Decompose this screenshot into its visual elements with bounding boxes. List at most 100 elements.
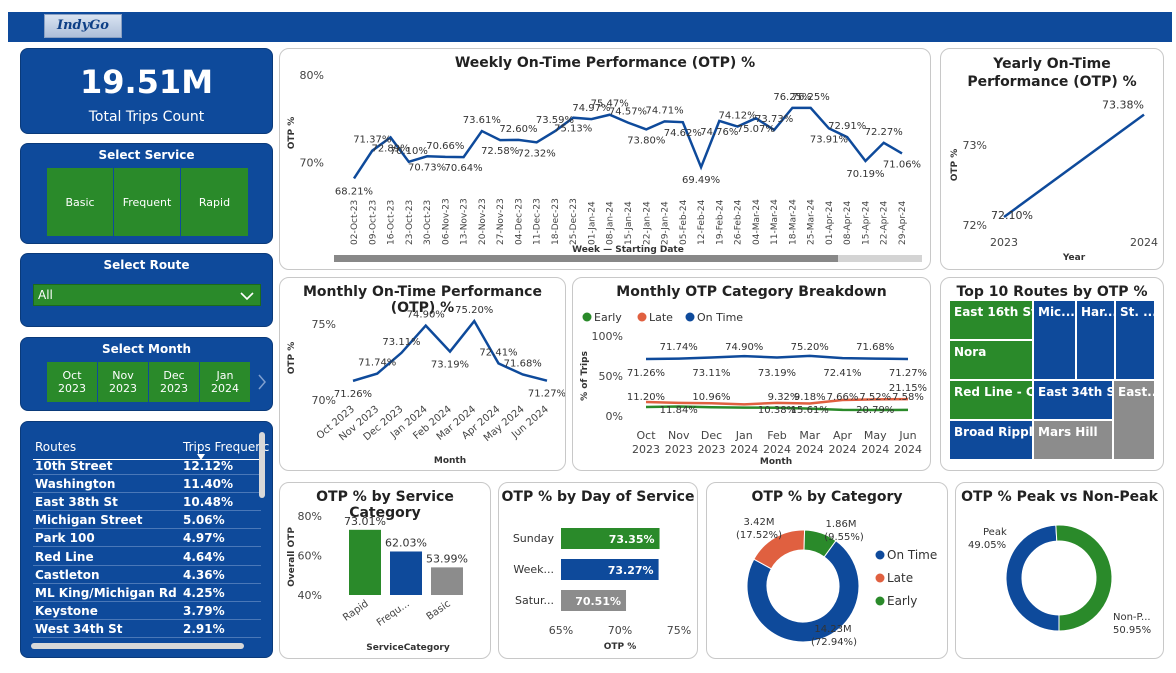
service-frequent-button[interactable]: Frequent xyxy=(114,168,181,236)
service-rapid-button[interactable]: Rapid xyxy=(181,168,248,236)
category-data-label: 1.86M xyxy=(826,519,857,530)
route-trip-share: 2.91% xyxy=(183,621,225,636)
weekly-scroll-thumb[interactable] xyxy=(334,255,838,262)
treemap-tile[interactable]: Har... xyxy=(1076,300,1115,380)
monthly-otp-card: Monthly On-Time Performance (OTP) % 75% 7… xyxy=(279,277,566,471)
day-x-tick: 75% xyxy=(667,624,691,637)
weekly-data-label: 70.73% xyxy=(408,162,446,173)
weekly-x-tick: 02-Oct-23 xyxy=(350,200,360,245)
indygo-logo: IndyGo xyxy=(44,14,122,38)
treemap-tile[interactable]: East 16th St xyxy=(949,300,1033,340)
chevron-right-icon[interactable] xyxy=(257,374,267,390)
table-row[interactable]: Washington 11.40% xyxy=(33,475,261,494)
peak-slice xyxy=(1055,524,1113,632)
yearly-otp-chart: 73% 72% OTP % 72.10% 73.38% 2023 2024 Year xyxy=(950,99,1158,263)
treemap-tile[interactable]: Mars Hill xyxy=(1033,420,1113,460)
weekly-x-tick: 13-Nov-23 xyxy=(460,198,470,245)
weekly-x-tick: 29-Jan-24 xyxy=(661,201,671,245)
day-y-tick: Week... xyxy=(513,563,554,576)
month-label: Oct xyxy=(62,369,82,382)
table-row[interactable]: East 38th St 10.48% xyxy=(33,493,261,512)
weekly-x-tick: 29-Apr-24 xyxy=(898,201,908,245)
service-y-tick: 80% xyxy=(298,510,322,523)
treemap-tile[interactable]: Mic... xyxy=(1033,300,1076,380)
treemap-tile[interactable]: St. ... xyxy=(1115,300,1155,380)
route-name: Park 100 xyxy=(35,531,95,546)
weekly-data-label: 74.62% xyxy=(664,128,702,139)
treemap-tile[interactable]: Nora xyxy=(949,340,1033,380)
treemap-tile[interactable]: Broad Ripple xyxy=(949,420,1033,460)
table-row[interactable]: Keystone 3.79% xyxy=(33,602,261,620)
weekly-x-tick: 18-Mar-24 xyxy=(788,199,798,245)
service-y-tick: 60% xyxy=(298,550,322,563)
day-otp-chart: Sunday 73.35% Week... 73.27% Satur... 70.51% 6… xyxy=(513,528,691,652)
treemap-tile[interactable]: Red Line - C... xyxy=(949,380,1033,420)
day-data-label: 73.27% xyxy=(608,564,654,577)
breakdown-x-tick: May xyxy=(864,429,887,442)
peak-data-label: 50.95% xyxy=(1113,625,1151,636)
monthly-y-label: OTP % xyxy=(287,342,297,375)
monthly-data-label: 75.20% xyxy=(455,305,493,316)
weekly-x-tick: 05-Feb-24 xyxy=(679,199,689,245)
breakdown-y-label: % of Trips xyxy=(580,351,590,401)
weekly-data-label: 74.57% xyxy=(609,107,647,118)
breakdown-series-line xyxy=(645,354,909,361)
breakdown-data-label: 71.27% xyxy=(889,368,927,379)
month-button-3[interactable]: Jan 2024 xyxy=(200,362,251,402)
table-row[interactable]: Michigan Street 5.06% xyxy=(33,511,261,530)
breakdown-data-label: 72.41% xyxy=(823,368,861,379)
service-bar xyxy=(431,567,463,595)
table-row[interactable]: ML King/Michigan Rd 4.25% xyxy=(33,584,261,602)
table-row[interactable]: West 34th St 2.91% xyxy=(33,620,261,638)
route-trip-share: 3.79% xyxy=(183,603,225,618)
weekly-x-tick: 22-Jan-24 xyxy=(642,201,652,245)
legend-label: Late xyxy=(887,571,913,585)
weekly-x-tick: 11-Mar-24 xyxy=(770,199,780,245)
month-year: 2024 xyxy=(211,382,239,395)
chevron-down-icon xyxy=(240,292,254,301)
month-button-1[interactable]: Nov 2023 xyxy=(98,362,149,402)
breakdown-x-tick: Nov xyxy=(668,429,690,442)
yearly-series-line xyxy=(1003,113,1145,219)
legend-marker xyxy=(875,573,885,583)
breakdown-data-label: 11.84% xyxy=(660,405,698,416)
route-name: East 38th St xyxy=(35,495,118,510)
table-row[interactable]: Castleton 4.36% xyxy=(33,566,261,584)
breakdown-x-tick: Oct xyxy=(636,429,656,442)
peak-otp-card: OTP % Peak vs Non-Peak Peak 49.05% Non-P..… xyxy=(955,482,1164,659)
treemap-tile[interactable]: East 34th St xyxy=(1033,380,1113,420)
monthly-data-label: 72.41% xyxy=(479,347,517,358)
trips-column-header[interactable]: Trips Frequenc xyxy=(183,440,269,454)
weekly-x-tick: 01-Apr-24 xyxy=(825,201,835,245)
route-name: Red Line xyxy=(35,549,94,564)
table-row[interactable]: Park 100 4.97% xyxy=(33,529,261,548)
month-button-2[interactable]: Dec 2023 xyxy=(149,362,200,402)
month-button-0[interactable]: Oct 2023 xyxy=(47,362,98,402)
route-slicer: Select Route All xyxy=(20,253,273,327)
routes-column-header[interactable]: Routes xyxy=(35,440,76,454)
breakdown-data-label: 74.90% xyxy=(725,342,763,353)
kpi-card: 19.51M Total Trips Count xyxy=(20,48,273,134)
weekly-data-label: 69.49% xyxy=(682,175,720,186)
table-hscrollbar[interactable] xyxy=(31,643,244,649)
route-trip-share: 4.25% xyxy=(183,585,225,600)
yearly-x-tick: 2024 xyxy=(1130,236,1158,249)
legend-label: Early xyxy=(887,594,917,608)
breakdown-x-tick: 2024 xyxy=(894,443,922,456)
breakdown-data-label: 75.20% xyxy=(791,342,829,353)
route-dropdown[interactable]: All xyxy=(33,284,261,306)
table-scrollbar[interactable] xyxy=(259,432,265,498)
monthly-data-label: 71.27% xyxy=(528,389,565,400)
table-row[interactable]: 10th Street 12.12% xyxy=(33,457,261,475)
weekly-x-tick: 25-Dec-23 xyxy=(569,198,579,245)
weekly-x-tick: 12-Feb-24 xyxy=(697,199,707,245)
breakdown-y-tick: 50% xyxy=(599,370,623,383)
monthly-data-label: 71.68% xyxy=(504,358,542,369)
table-row[interactable]: Red Line 4.64% xyxy=(33,548,261,566)
day-y-tick: Sunday xyxy=(513,532,555,545)
treemap-tile[interactable]: East... xyxy=(1113,380,1155,460)
service-data-label: 62.03% xyxy=(385,536,427,549)
category-data-label: (17.52%) xyxy=(736,530,782,541)
service-basic-button[interactable]: Basic xyxy=(47,168,114,236)
weekly-scrollbar[interactable] xyxy=(334,255,922,262)
